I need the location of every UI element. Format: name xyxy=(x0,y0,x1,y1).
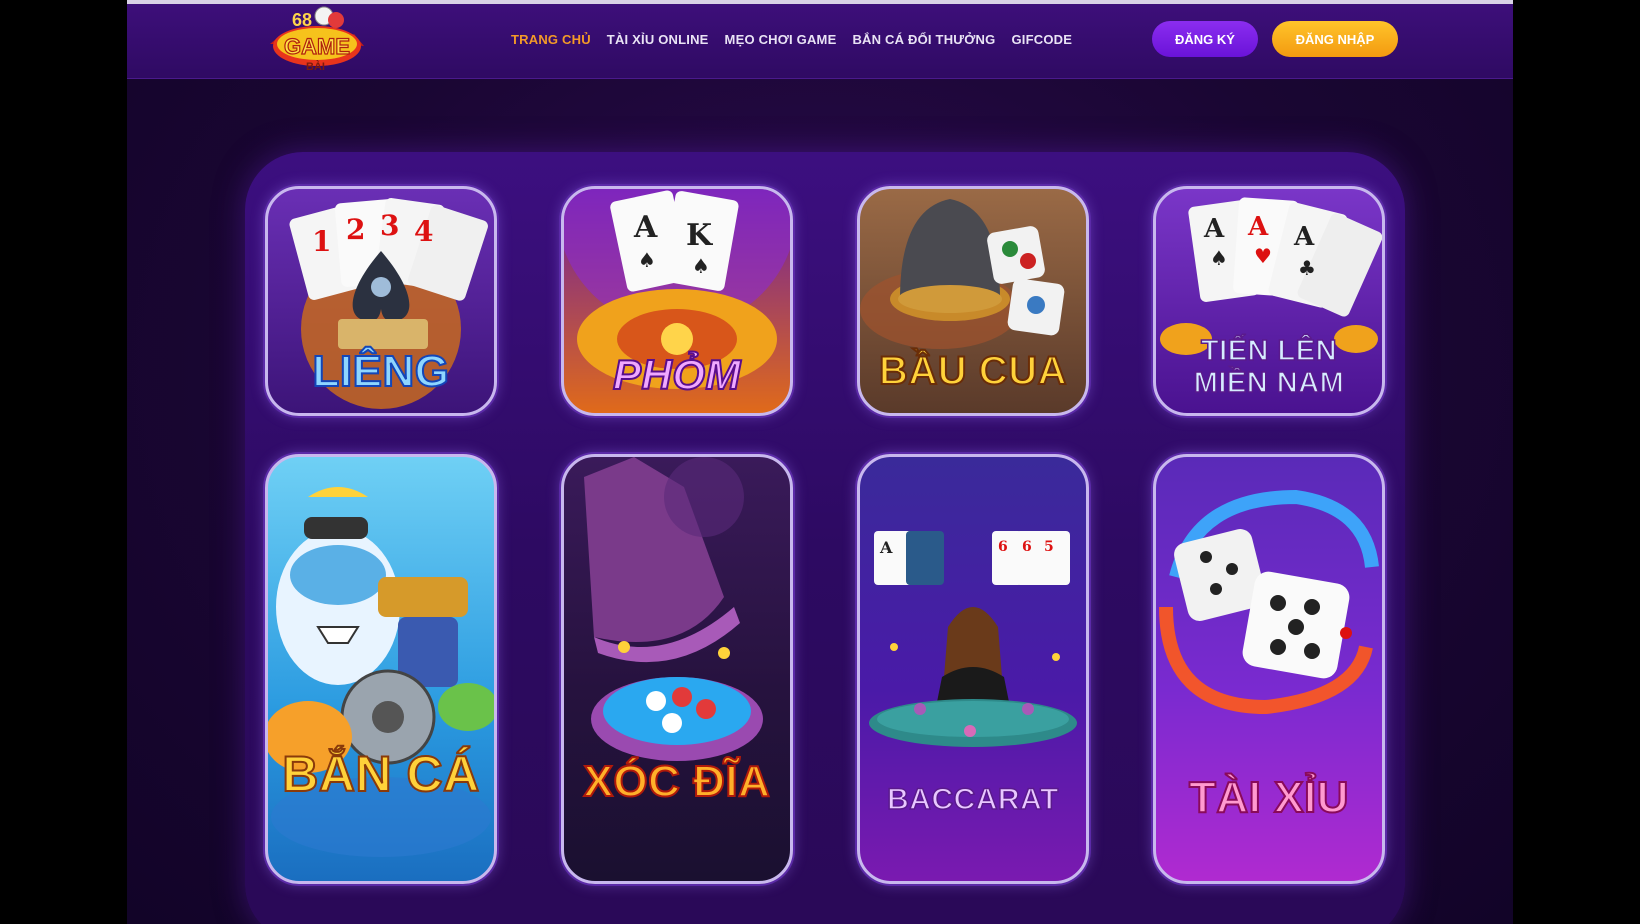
main-nav: TRANG CHỦ TÀI XỈU ONLINE MẸO CHƠI GAME B… xyxy=(511,32,1072,47)
game-card-bau-cua[interactable]: BẦU CUA xyxy=(857,186,1089,416)
game-card-phom[interactable]: A K ♠ ♠ PHỎM xyxy=(561,186,793,416)
game-card-baccarat[interactable]: A 6 6 5 BACCARAT xyxy=(857,454,1089,884)
page-viewport: 68 GAME BÀI TRANG CHỦ TÀI XỈU ONLINE MẸO… xyxy=(127,0,1513,924)
game-card-lieng[interactable]: 1 2 3 4 LIÊNG xyxy=(265,186,497,416)
baccarat-artwork-icon: A 6 6 5 xyxy=(869,531,1077,747)
svg-text:6: 6 xyxy=(1022,539,1032,555)
game-card-tai-xiu[interactable]: TÀI XỈU xyxy=(1153,454,1385,884)
nav-item-gifcode[interactable]: GIFCODE xyxy=(1011,32,1072,47)
register-button[interactable]: ĐĂNG KÝ xyxy=(1152,21,1258,57)
svg-text:4: 4 xyxy=(414,215,433,248)
svg-text:3: 3 xyxy=(380,209,399,242)
svg-text:♠: ♠ xyxy=(692,254,710,278)
svg-text:A: A xyxy=(633,210,658,245)
svg-text:2: 2 xyxy=(346,213,365,246)
game-title-phom: PHỎM xyxy=(612,350,742,399)
site-logo[interactable]: 68 GAME BÀI xyxy=(262,4,372,78)
game-title-lieng: LIÊNG xyxy=(312,346,450,397)
game-title-tai-xiu: TÀI XỈU xyxy=(1188,772,1349,823)
header-navbar: 68 GAME BÀI TRANG CHỦ TÀI XỈU ONLINE MẸO… xyxy=(127,4,1513,79)
game-title-bau-cua: BẦU CUA xyxy=(878,348,1067,394)
svg-text:A: A xyxy=(1247,212,1269,242)
nav-item-meo-choi-game[interactable]: MẸO CHƠI GAME xyxy=(725,32,837,47)
nav-item-tai-xiu-online[interactable]: TÀI XỈU ONLINE xyxy=(607,32,709,47)
svg-text:A: A xyxy=(1293,222,1315,252)
nav-item-trang-chu[interactable]: TRANG CHỦ xyxy=(511,32,591,47)
svg-text:GAME: GAME xyxy=(284,34,350,59)
svg-text:A: A xyxy=(879,538,893,557)
svg-text:68: 68 xyxy=(292,10,312,30)
game-title-tien-len-mien-nam: TIẾN LÊN MIỀN NAM xyxy=(1193,334,1345,400)
ban-ca-artwork-icon xyxy=(268,487,494,857)
game-card-tien-len-mien-nam[interactable]: A A A ♠ ♥ ♣ TIẾN LÊN MIỀN NAM xyxy=(1153,186,1385,416)
svg-text:♠: ♠ xyxy=(638,248,656,272)
game-grid-panel: 1 2 3 4 LIÊNG A K ♠ ♠ PHỎM BẦU CUA A A A… xyxy=(245,152,1405,924)
xoc-dia-artwork-icon xyxy=(584,457,763,761)
svg-text:5: 5 xyxy=(1044,539,1054,555)
game-card-ban-ca[interactable]: BẮN CÁ xyxy=(265,454,497,884)
svg-text:♥: ♥ xyxy=(1254,244,1272,268)
game-card-xoc-dia[interactable]: XÓC ĐĨA xyxy=(561,454,793,884)
svg-text:♠: ♠ xyxy=(1210,246,1228,270)
game-title-xoc-dia: XÓC ĐĨA xyxy=(583,756,771,807)
svg-text:1: 1 xyxy=(312,225,331,258)
game-title-ban-ca: BẮN CÁ xyxy=(281,745,480,803)
login-button[interactable]: ĐĂNG NHẬP xyxy=(1272,21,1398,57)
svg-text:K: K xyxy=(686,218,713,253)
nav-item-ban-ca-doi-thuong[interactable]: BẮN CÁ ĐỔI THƯỞNG xyxy=(852,32,995,47)
svg-text:♣: ♣ xyxy=(1298,256,1316,280)
game-title-baccarat: BACCARAT xyxy=(886,782,1059,817)
svg-text:BÀI: BÀI xyxy=(306,60,325,73)
svg-text:6: 6 xyxy=(998,539,1008,555)
svg-text:A: A xyxy=(1203,214,1225,244)
